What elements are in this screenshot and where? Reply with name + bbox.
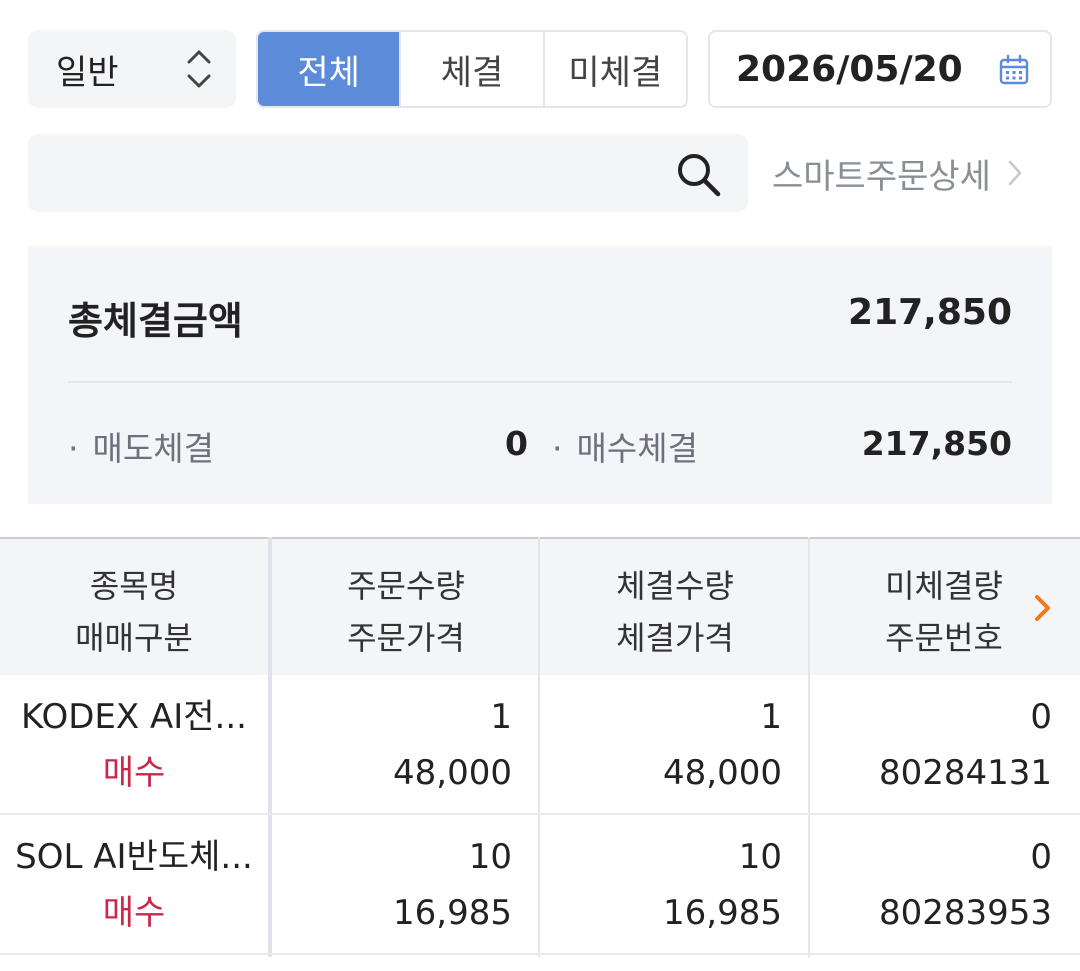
- filled-price: 48,000: [663, 753, 782, 793]
- total-executed-amount-value: 217,850: [848, 292, 1012, 333]
- header-text: 매매구분: [75, 619, 193, 657]
- stock-name: KODEX AI전...: [21, 697, 247, 737]
- stock-cell: SOL AI반도체... 매수: [0, 815, 268, 955]
- header-order-qty-price: 주문수량 주문가격: [272, 557, 540, 667]
- header-text: 주문번호: [885, 619, 1003, 657]
- header-text: 주문수량: [347, 567, 465, 605]
- filled-qty-price-cell: 1 48,000: [540, 675, 782, 815]
- stock-cell: KODEX AI전... 매수: [0, 675, 268, 815]
- table-row[interactable]: SOL AI반도체... 매수 10 16,985 10 16,985 0 80…: [0, 815, 1080, 955]
- order-qty-price-cell: 10 16,985: [272, 815, 512, 955]
- header-text: 체결수량: [616, 567, 734, 605]
- header-name-side: 종목명 매매구분: [0, 557, 268, 667]
- stock-name: SOL AI반도체...: [15, 837, 253, 877]
- unfilled-qty: 0: [1030, 697, 1052, 737]
- table-row[interactable]: KODEX AI전... 매수 1 48,000 1 48,000 0 8028…: [0, 675, 1080, 815]
- buy-executed-label: 매수체결: [576, 429, 698, 468]
- bullet-dot: ·: [68, 429, 79, 468]
- order-price: 48,000: [393, 753, 512, 793]
- segment-unfilled[interactable]: 미체결: [544, 32, 686, 106]
- order-number: 80283953: [878, 893, 1052, 933]
- calendar-icon: [999, 54, 1029, 85]
- segment-all[interactable]: 전체: [258, 32, 402, 106]
- summary-divider: [68, 381, 1012, 383]
- header-text: 주문가격: [347, 619, 465, 657]
- order-qty: 10: [468, 837, 512, 877]
- sell-executed-value: 0: [505, 424, 528, 463]
- date-picker[interactable]: 2026/05/20: [708, 30, 1052, 108]
- filled-qty-price-cell: 10 16,985: [540, 815, 782, 955]
- unfilled-qty: 0: [1030, 837, 1052, 877]
- table-header: 종목명 매매구분 주문수량 주문가격 체결수량 체결가격 미체결량 주문번호: [0, 537, 1080, 675]
- filled-qty: 10: [738, 837, 782, 877]
- chevron-right-icon: [1008, 160, 1022, 186]
- filled-price: 16,985: [663, 893, 782, 933]
- sell-executed-label: 매도체결: [92, 429, 214, 468]
- smart-order-detail-link[interactable]: 스마트주문상세: [772, 134, 1025, 212]
- filled-qty: 1: [760, 697, 782, 737]
- search-icon[interactable]: [674, 150, 722, 198]
- header-text: 종목명: [89, 567, 179, 605]
- date-value: 2026/05/20: [736, 48, 963, 90]
- header-filled-qty-price: 체결수량 체결가격: [540, 557, 810, 667]
- buy-executed-value: 217,850: [861, 424, 1012, 463]
- header-text: 미체결량: [885, 567, 1003, 605]
- trade-side: 매수: [102, 753, 166, 793]
- order-history-screen: 일반 전체 체결 미체결 2026/05/20 스마트주문상세 총체결금액 21…: [0, 0, 1080, 971]
- up-down-chevron-icon: [187, 50, 211, 88]
- order-qty-price-cell: 1 48,000: [272, 675, 512, 815]
- search-input[interactable]: [48, 148, 668, 198]
- trade-side: 매수: [102, 893, 166, 933]
- sell-executed-label-wrap: · 매도체결: [68, 422, 214, 470]
- smart-order-detail-label: 스마트주문상세: [772, 156, 991, 197]
- unfilled-order-no-cell: 0 80283953: [810, 815, 1052, 955]
- bullet-dot: ·: [552, 429, 563, 468]
- header-text: 체결가격: [616, 619, 734, 657]
- order-type-value: 일반: [56, 52, 119, 93]
- unfilled-order-no-cell: 0 80284131: [810, 675, 1052, 815]
- total-executed-amount-label: 총체결금액: [68, 299, 243, 343]
- chevron-right-icon[interactable]: [1032, 593, 1054, 623]
- order-price: 16,985: [393, 893, 512, 933]
- order-table: 종목명 매매구분 주문수량 주문가격 체결수량 체결가격 미체결량 주문번호 K…: [0, 537, 1080, 957]
- order-number: 80284131: [878, 753, 1052, 793]
- segment-filled[interactable]: 체결: [401, 32, 545, 106]
- buy-executed-label-wrap: · 매수체결: [552, 422, 698, 470]
- order-qty: 1: [490, 697, 512, 737]
- order-type-select[interactable]: 일반: [28, 30, 236, 108]
- search-bar: [28, 134, 748, 212]
- status-segmented-control: 전체 체결 미체결: [256, 30, 688, 108]
- execution-summary-panel: 총체결금액 217,850 · 매도체결 0 · 매수체결 217,850: [28, 246, 1052, 504]
